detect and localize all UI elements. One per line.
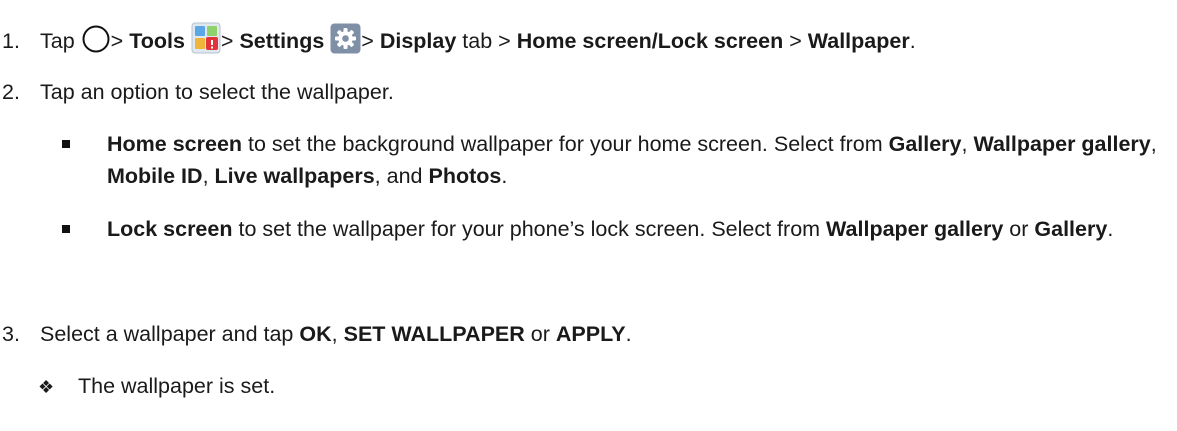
home-lock-label: Home screen/Lock screen [516, 29, 784, 53]
step-number: 2. [2, 80, 20, 104]
step-number: 3. [2, 322, 20, 346]
display-label: Display [379, 29, 457, 53]
bullet-home-screen: Home screen to set the background wallpa… [107, 132, 1157, 188]
bullet-lock-screen: Lock screen to set the wallpaper for you… [107, 217, 1114, 241]
step-text: Tap [40, 29, 75, 53]
step-2: 2. Tap an option to select the wallpaper. [2, 78, 394, 106]
step-number: 1. [2, 29, 20, 53]
wallpaper-label: Wallpaper [807, 29, 910, 53]
tools-label: Tools [129, 29, 185, 53]
tools-folder-icon [191, 22, 221, 61]
settings-gear-icon [330, 23, 361, 61]
bullet-marker [62, 225, 70, 233]
step-3: 3. Select a wallpaper and tap OK, SET WAL… [2, 322, 632, 346]
bullet-marker [62, 140, 70, 148]
result-line: ❖ The wallpaper is set. [38, 372, 275, 401]
step-1: 1. Tap > Tools > Settings > Display tab … [2, 22, 916, 61]
result-diamond-icon: ❖ [38, 377, 55, 397]
step-text: Tap an option to select the wallpaper. [40, 80, 394, 104]
settings-label: Settings [239, 29, 325, 53]
result-text: The wallpaper is set. [78, 374, 276, 398]
home-circle-icon [81, 24, 111, 61]
